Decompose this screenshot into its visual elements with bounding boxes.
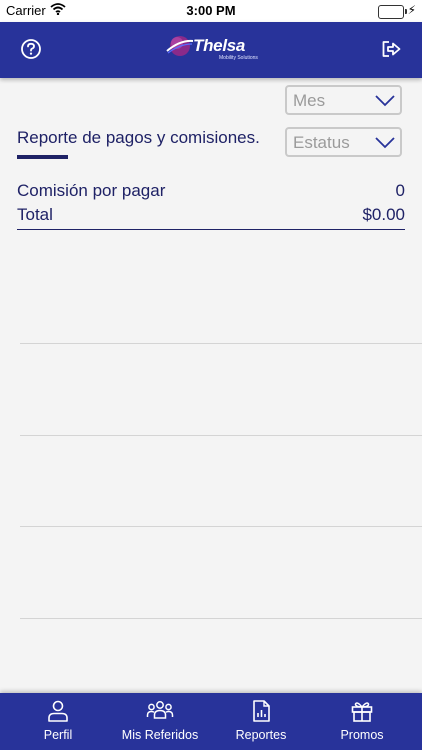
status-time: 3:00 PM (186, 3, 236, 18)
list-separator (20, 435, 422, 436)
brand-tagline: Mobility Solutions (219, 55, 258, 61)
tab-promos[interactable]: Promos (312, 693, 412, 750)
title-underline (17, 155, 68, 159)
battery-icon (378, 5, 407, 19)
list-separator (20, 526, 422, 527)
top-nav-bar: Thelsa Mobility Solutions (0, 22, 422, 78)
charging-icon: ⚡ (407, 3, 416, 17)
tab-label: Mis Referidos (121, 728, 199, 742)
month-dropdown[interactable]: Mes (285, 85, 402, 115)
total-divider (17, 229, 405, 230)
page-title: Reporte de pagos y comisiones. (17, 128, 260, 147)
tab-label: Perfil (43, 728, 73, 742)
tab-label: Reportes (235, 728, 287, 742)
commission-label: Comisión por pagar (17, 181, 166, 200)
tab-mis-referidos[interactable]: Mis Referidos (110, 693, 210, 750)
commission-value: 0 (395, 181, 405, 200)
chevron-down-icon (374, 135, 396, 156)
total-label: Total (17, 205, 53, 224)
status-dropdown[interactable]: Estatus (285, 127, 402, 157)
brand-name: Thelsa (193, 36, 246, 55)
list-separator (20, 618, 422, 619)
month-dropdown-value: Mes (293, 91, 326, 110)
status-dropdown-value: Estatus (293, 133, 350, 152)
question-circle-icon[interactable] (20, 38, 42, 65)
gift-icon (312, 699, 412, 728)
list-separator (20, 343, 422, 344)
tab-label: Promos (340, 728, 384, 742)
tab-perfil[interactable]: Perfil (8, 693, 108, 750)
status-bar: Carrier 3:00 PM ⚡ (0, 0, 422, 22)
commission-row: Comisión por pagar 0 (17, 181, 405, 203)
group-icon (110, 699, 210, 728)
total-value: $0.00 (362, 205, 405, 224)
report-icon (211, 699, 311, 728)
thelsa-logo: Thelsa Mobility Solutions (166, 32, 266, 64)
tab-reportes[interactable]: Reportes (211, 693, 311, 750)
total-row: Total $0.00 (17, 205, 405, 227)
bottom-tab-bar: Perfil Mis Referidos Reportes Promos (0, 693, 422, 750)
logout-icon[interactable] (380, 38, 402, 65)
chevron-down-icon (374, 93, 396, 114)
user-icon (8, 699, 108, 728)
